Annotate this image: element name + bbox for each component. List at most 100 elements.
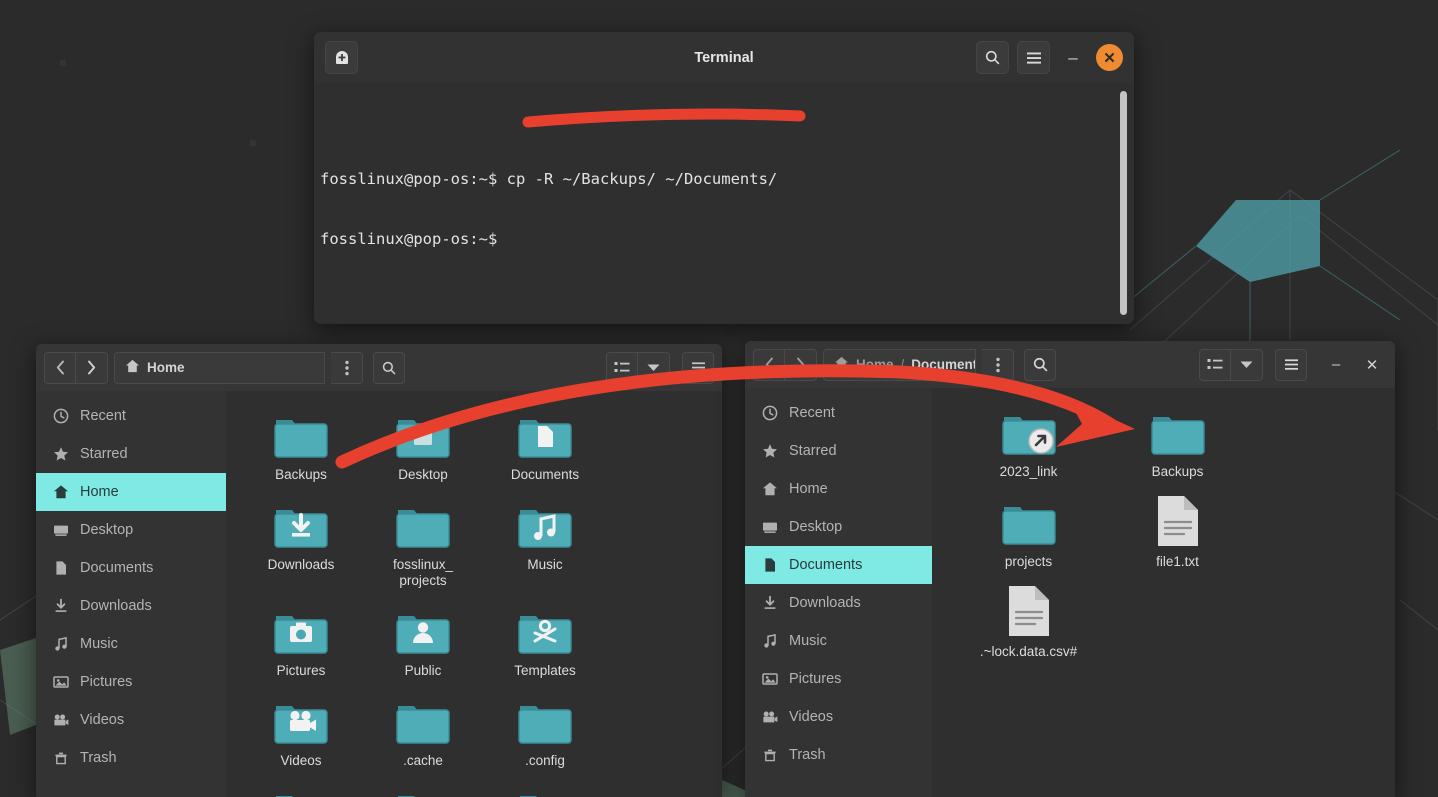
sidebar-item-starred[interactable]: Starred [745,432,932,470]
folder-item[interactable]: Desktop [362,405,484,483]
terminal-titlebar[interactable]: Terminal – ✕ [314,32,1134,83]
folder-item[interactable]: Documents [484,405,606,483]
folder-item[interactable] [484,781,606,797]
folder-item[interactable]: Public [362,601,484,679]
folder-icon [517,609,573,657]
list-view-icon[interactable] [1199,349,1231,381]
folder-icon [395,699,451,747]
chevron-down-icon[interactable] [1231,349,1263,381]
folder-item[interactable]: projects [954,492,1103,570]
hamburger-menu-icon[interactable] [682,352,714,384]
hamburger-menu-icon[interactable] [1275,349,1307,381]
sidebar-item-trash[interactable]: Trash [745,736,932,774]
search-icon[interactable] [976,41,1009,74]
sidebar-item-pictures[interactable]: Pictures [745,660,932,698]
sidebar-item-documents[interactable]: Documents [36,549,226,587]
folder-item[interactable]: Pictures [240,601,362,679]
sidebar-item-label: Home [789,481,828,497]
folder-icon [1149,402,1207,458]
folder-item[interactable]: Backups [240,405,362,483]
folder-item[interactable]: Videos [240,691,362,769]
home-file-manager-window[interactable]: Home [36,344,722,797]
folder-icon [272,601,330,657]
sidebar-item-desktop[interactable]: Desktop [745,508,932,546]
list-view-glyph [614,361,630,374]
fm2-path-bar[interactable]: Home / Documents [823,349,976,381]
symlink-emblem-icon [1028,428,1054,454]
sidebar-item-label: Downloads [789,595,861,611]
fm2-file-grid[interactable]: 2023_linkBackupsprojectsfile1.txt.~lock.… [932,388,1395,797]
file-label: Pictures [277,663,326,679]
sidebar-item-starred[interactable]: Starred [36,435,226,473]
folder-item[interactable]: 2023_link [954,402,1103,480]
chevron-left-icon[interactable] [753,349,785,381]
terminal-minimize-button[interactable]: – [1058,43,1088,73]
folder-item[interactable] [362,781,484,797]
text-file-icon [1149,492,1207,548]
star-icon-glyph [762,443,778,459]
fm2-breadcrumb-current[interactable]: Documents [911,357,976,372]
hamburger-glyph [691,361,706,374]
search-glyph [381,360,397,376]
sidebar-item-pictures[interactable]: Pictures [36,663,226,701]
vertical-dots-icon[interactable] [331,352,363,384]
sidebar-item-label: Recent [789,405,835,421]
fm1-nav-group [44,352,108,384]
sidebar-item-downloads[interactable]: Downloads [36,587,226,625]
folder-item[interactable]: Downloads [240,495,362,589]
chevron-down-glyph [647,363,660,372]
documents-file-manager-window[interactable]: Home / Documents [745,341,1395,797]
file-label: .config [525,753,565,769]
file-label: Music [527,557,562,573]
sidebar-item-desktop[interactable]: Desktop [36,511,226,549]
search-icon[interactable] [373,352,405,384]
clock-icon-glyph [762,405,778,421]
folder-item[interactable]: .config [484,691,606,769]
search-icon[interactable] [1024,349,1056,381]
file-item[interactable]: file1.txt [1103,492,1252,570]
sidebar-item-label: Documents [80,560,153,576]
folder-item[interactable]: Music [484,495,606,589]
chevron-right-icon[interactable] [785,349,817,381]
picture-icon [761,671,778,688]
terminal-window[interactable]: Terminal – ✕ [314,32,1134,324]
hamburger-menu-icon[interactable] [1017,41,1050,74]
sidebar-item-home[interactable]: Home [745,470,932,508]
chevron-left-icon[interactable] [44,352,76,384]
folder-item[interactable]: Backups [1103,402,1252,480]
chevron-down-icon[interactable] [638,352,670,384]
sidebar-item-videos[interactable]: Videos [36,701,226,739]
sidebar-item-recent[interactable]: Recent [745,394,932,432]
folder-item[interactable] [240,781,362,797]
folder-icon [1000,492,1058,548]
sidebar-item-music[interactable]: Music [36,625,226,663]
terminal-scrollbar[interactable] [1120,91,1127,315]
sidebar-item-recent[interactable]: Recent [36,397,226,435]
music-icon [761,633,778,650]
sidebar-item-videos[interactable]: Videos [745,698,932,736]
folder-item[interactable]: fosslinux_ projects [362,495,484,589]
terminal-close-button[interactable]: ✕ [1096,44,1123,71]
sidebar-item-downloads[interactable]: Downloads [745,584,932,622]
folder-item[interactable]: .cache [362,691,484,769]
fm2-close-button[interactable]: ✕ [1357,350,1387,380]
fm2-minimize-button[interactable]: – [1321,350,1351,380]
add-terminal-icon[interactable] [325,41,358,74]
sidebar-item-music[interactable]: Music [745,622,932,660]
fm2-breadcrumb-root[interactable]: Home [856,357,894,372]
file-item[interactable]: .~lock.data.csv# [954,582,1103,660]
document-icon [52,560,69,577]
sidebar-item-documents[interactable]: Documents [745,546,932,584]
terminal-output[interactable]: fosslinux@pop-os:~$ cp -R ~/Backups/ ~/D… [314,83,1134,324]
vertical-dots-icon[interactable] [982,349,1014,381]
sidebar-item-home[interactable]: Home [36,473,226,511]
fm1-path-bar[interactable]: Home [114,352,325,384]
folder-item[interactable]: Templates [484,601,606,679]
folder-icon [394,601,452,657]
fm1-file-grid[interactable]: BackupsDesktopDocuments Downloadsfosslinu… [226,391,722,797]
chevron-right-icon[interactable] [76,352,108,384]
list-view-icon[interactable] [606,352,638,384]
sidebar-item-label: Starred [789,443,837,459]
sidebar-item-label: Trash [80,750,117,766]
sidebar-item-trash[interactable]: Trash [36,739,226,777]
